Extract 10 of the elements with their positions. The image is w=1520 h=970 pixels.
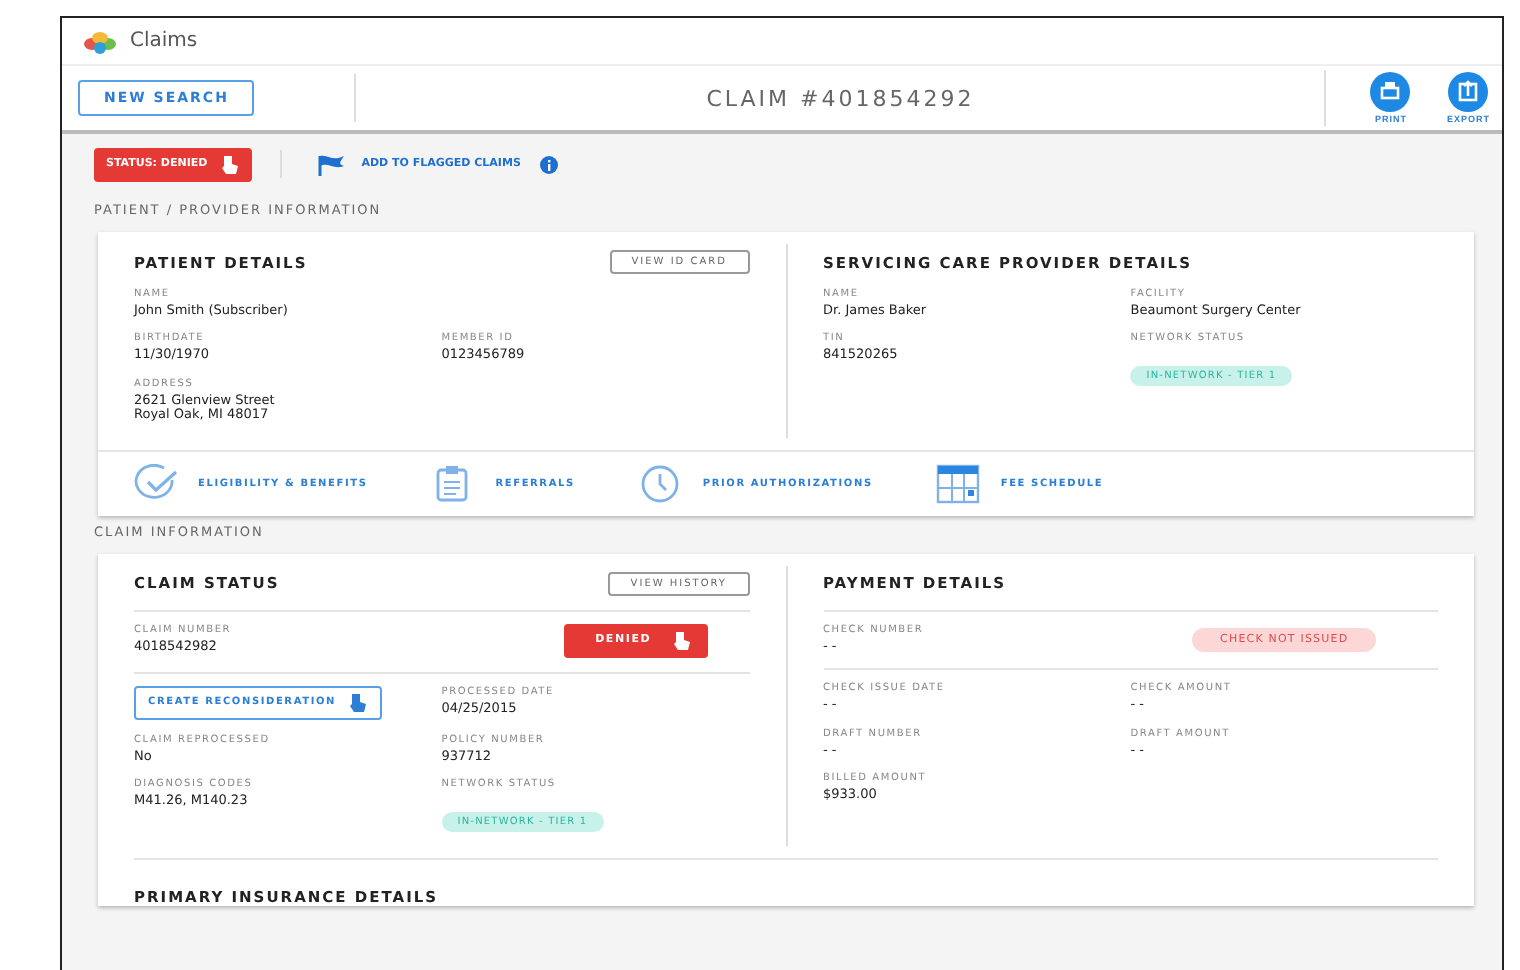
export-icon (1448, 72, 1489, 112)
flag-icon (317, 153, 346, 175)
info-icon (540, 155, 559, 173)
logo-icon (82, 27, 118, 55)
printer-icon (1370, 72, 1411, 112)
claim-title: CLAIM #401854292 (704, 85, 977, 111)
calendar-icon (936, 463, 981, 504)
checkmark-circle-icon (134, 463, 178, 504)
clock-icon (638, 463, 683, 504)
app-title: Claims (130, 30, 198, 52)
